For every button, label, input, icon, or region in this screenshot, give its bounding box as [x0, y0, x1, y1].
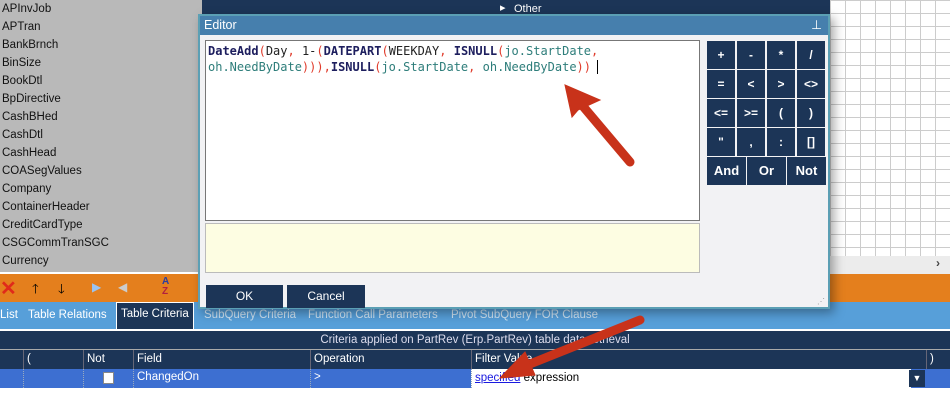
- keypad-key[interactable]: ,: [737, 128, 765, 156]
- keypad-key[interactable]: <: [737, 70, 765, 98]
- editor-dialog: Editor ⊥ DateAdd(Day, 1-(DATEPART(WEEKDAY…: [198, 14, 830, 309]
- header-field[interactable]: Field: [133, 350, 310, 369]
- table-list-item[interactable]: APTran: [0, 18, 202, 36]
- keypad-key[interactable]: >=: [737, 99, 765, 127]
- tree-icon: ▸: [500, 2, 506, 14]
- table-list-item[interactable]: CashHead: [0, 144, 202, 162]
- cell-open-paren[interactable]: [23, 369, 83, 388]
- tab-pivot-subquery[interactable]: Pivot SubQuery FOR Clause: [451, 309, 598, 321]
- header-close-paren[interactable]: ): [926, 350, 950, 369]
- pin-icon[interactable]: ⊥: [811, 16, 822, 35]
- header-operation[interactable]: Operation: [310, 350, 471, 369]
- validation-area: [205, 223, 700, 273]
- indent-right-icon[interactable]: ▶: [92, 280, 101, 294]
- text-cursor: [597, 60, 599, 74]
- keypad-key[interactable]: /: [797, 41, 825, 69]
- logic-key-and[interactable]: And: [707, 157, 746, 185]
- keypad-key[interactable]: =: [707, 70, 735, 98]
- table-list-item[interactable]: CreditCardType: [0, 216, 202, 234]
- table-list-item[interactable]: CSGCommTranSGC: [0, 234, 202, 252]
- header-open-paren[interactable]: (: [23, 350, 83, 369]
- ok-button[interactable]: OK: [206, 285, 283, 308]
- specified-link[interactable]: specified: [475, 372, 520, 384]
- not-checkbox[interactable]: [103, 372, 114, 384]
- table-list-item[interactable]: CashDtl: [0, 126, 202, 144]
- table-list-item[interactable]: APInvJob: [0, 0, 202, 18]
- filter-text: expression: [523, 372, 580, 384]
- logic-key-or[interactable]: Or: [747, 157, 786, 185]
- expression-editor[interactable]: DateAdd(Day, 1-(DATEPART(WEEKDAY, ISNULL…: [205, 40, 700, 221]
- move-up-icon[interactable]: 🡑: [32, 280, 39, 302]
- keypad-key[interactable]: *: [767, 41, 795, 69]
- keypad-key[interactable]: ): [797, 99, 825, 127]
- keypad-key[interactable]: -: [737, 41, 765, 69]
- sort-az-icon[interactable]: AZ: [162, 277, 169, 297]
- keypad-key[interactable]: <=: [707, 99, 735, 127]
- keypad-key[interactable]: []: [797, 128, 825, 156]
- cell-field[interactable]: ChangedOn: [133, 369, 310, 388]
- table-list-item[interactable]: COASegValues: [0, 162, 202, 180]
- keypad-key[interactable]: (: [767, 99, 795, 127]
- table-list-item[interactable]: BankBrnch: [0, 36, 202, 54]
- design-canvas[interactable]: [830, 0, 950, 256]
- dropdown-arrow-icon[interactable]: ▼: [909, 370, 925, 387]
- cancel-button[interactable]: Cancel: [287, 285, 365, 308]
- canvas-footer: ›: [830, 256, 950, 274]
- indent-left-icon[interactable]: ◀: [118, 280, 127, 294]
- chevron-right-icon[interactable]: ›: [936, 256, 940, 270]
- grid-header: ( Not Field Operation Filter Value ): [0, 349, 950, 369]
- cell-not[interactable]: [83, 369, 133, 388]
- tab-list[interactable]: List: [0, 309, 18, 321]
- tab-function-call-parameters[interactable]: Function Call Parameters: [308, 309, 438, 321]
- keypad-key[interactable]: +: [707, 41, 735, 69]
- tab-table-criteria[interactable]: Table Criteria: [116, 302, 194, 329]
- keypad-key[interactable]: >: [767, 70, 795, 98]
- table-list-item[interactable]: BinSize: [0, 54, 202, 72]
- editor-title: Editor: [204, 18, 237, 32]
- criteria-caption: Criteria applied on PartRev (Erp.PartRev…: [0, 331, 950, 349]
- header-filter-value[interactable]: Filter Value: [471, 350, 926, 369]
- table-row[interactable]: ChangedOn > specified expression ▼: [0, 369, 950, 388]
- filter-value-input[interactable]: specified expression: [471, 369, 911, 388]
- keypad-key[interactable]: <>: [797, 70, 825, 98]
- table-list-item[interactable]: Company: [0, 180, 202, 198]
- delete-icon[interactable]: ✕: [0, 276, 17, 301]
- table-list-item[interactable]: Currency: [0, 252, 202, 270]
- keypad-key[interactable]: ": [707, 128, 735, 156]
- resize-grip-icon[interactable]: ⋰: [817, 297, 825, 306]
- table-list-item[interactable]: BpDirective: [0, 90, 202, 108]
- cell-operation[interactable]: >: [310, 369, 471, 388]
- table-list-item[interactable]: BookDtl: [0, 72, 202, 90]
- tab-table-relations[interactable]: Table Relations: [28, 309, 107, 321]
- logic-key-not[interactable]: Not: [787, 157, 826, 185]
- keypad-key[interactable]: :: [767, 128, 795, 156]
- table-list-item[interactable]: ContainerHeader: [0, 198, 202, 216]
- header-not[interactable]: Not: [83, 350, 133, 369]
- move-down-icon[interactable]: 🡓: [58, 280, 65, 302]
- editor-title-bar: Editor ⊥: [200, 16, 828, 35]
- tab-subquery-criteria[interactable]: SubQuery Criteria: [204, 309, 296, 321]
- table-list-item[interactable]: CashBHed: [0, 108, 202, 126]
- table-list[interactable]: APInvJob APTran BankBrnch BinSize BookDtl BpD…: [0, 0, 202, 272]
